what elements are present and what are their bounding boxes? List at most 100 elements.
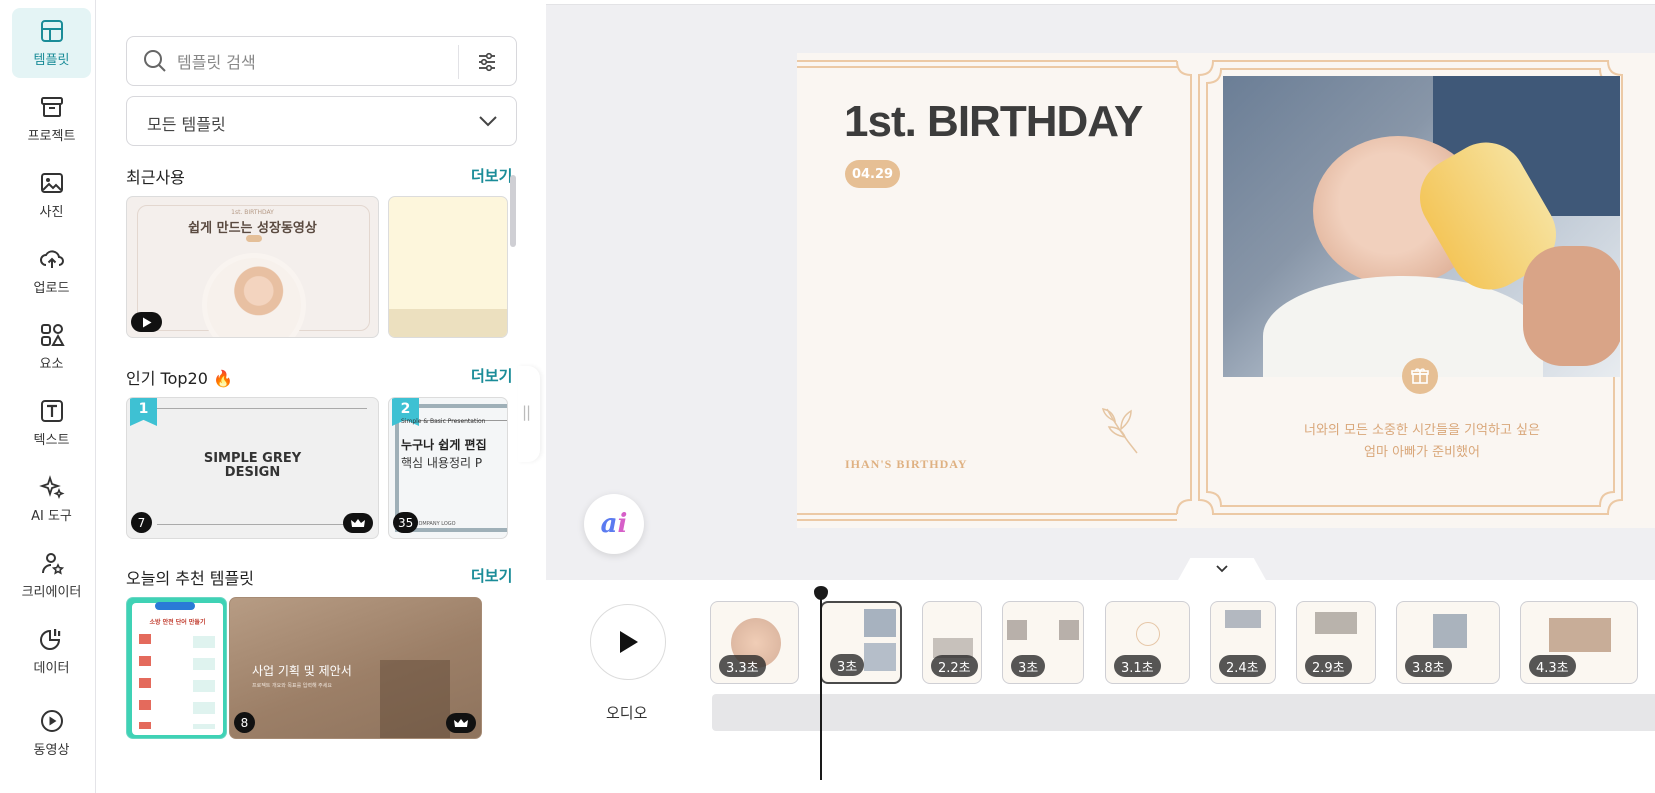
- clip-duration: 3초: [1011, 655, 1046, 677]
- timeline-clip-selected[interactable]: 3초: [820, 601, 902, 684]
- clip-preview: [864, 609, 896, 637]
- card-title-line1: SIMPLE GREY: [203, 451, 302, 466]
- rail-item-photo[interactable]: 사진: [12, 160, 91, 230]
- card-header-pill: [155, 602, 195, 610]
- popular-section-title: 인기 Top20 🔥: [126, 365, 233, 389]
- cloud-upload-icon: [39, 250, 64, 268]
- slide-date-badge[interactable]: 04.29: [845, 160, 900, 188]
- clip-preview: [864, 643, 896, 671]
- slide-name-text[interactable]: IHAN'S BIRTHDAY: [845, 457, 968, 472]
- card-kicker: 1st. BIRTHDAY: [231, 209, 274, 216]
- clip-duration: 3.1초: [1114, 655, 1161, 677]
- recommended-template-card-1[interactable]: 소방 안전 단어 만들기: [126, 597, 227, 739]
- baby-photo[interactable]: [1223, 76, 1620, 377]
- video-badge: [131, 312, 162, 332]
- slide-title[interactable]: 1st. BIRTHDAY: [844, 97, 1143, 147]
- clip-duration: 2.4초: [1219, 655, 1266, 677]
- recommended-section-title: 오늘의 추천 템플릿: [126, 569, 254, 588]
- filter-sliders-icon[interactable]: [476, 51, 498, 73]
- rail-label: 크리에이터: [21, 585, 82, 600]
- clip-preview: [1549, 618, 1611, 652]
- clip-duration: 4.3초: [1529, 655, 1576, 677]
- card-title: 쉽게 만드는 성장동영상: [188, 221, 317, 236]
- clip-duration: 2.2초: [931, 655, 978, 677]
- recommended-more-link[interactable]: 더보기: [471, 565, 512, 586]
- timeline-clip[interactable]: 2.9초: [1296, 601, 1376, 684]
- clip-duration: 3.3초: [719, 655, 766, 677]
- template-category-select[interactable]: 모든 템플릿: [126, 96, 517, 146]
- rail-item-text[interactable]: 텍스트: [12, 388, 91, 458]
- recent-template-card[interactable]: 1st. BIRTHDAY 쉽게 만드는 성장동영상: [126, 196, 379, 338]
- card-title: SIMPLE GREY DESIGN: [127, 452, 378, 480]
- recommended-template-card-2[interactable]: 사업 기획 및 제안서 프로젝트 개요와 목표를 입력해 주세요 8: [229, 597, 482, 739]
- rail-label: 템플릿: [33, 53, 70, 68]
- recent-template-card-2[interactable]: [388, 196, 508, 338]
- clip-preview: [1315, 612, 1357, 634]
- timeline-clip[interactable]: 3.8초: [1396, 601, 1500, 684]
- audio-label[interactable]: 오디오: [606, 702, 647, 723]
- timeline-clip[interactable]: 2.4초: [1210, 601, 1276, 684]
- rail-item-project[interactable]: 프로젝트: [12, 84, 91, 154]
- recent-more-link[interactable]: 더보기: [471, 165, 512, 186]
- template-icon: [40, 20, 63, 42]
- gift-icon: [1402, 358, 1438, 394]
- panel-collapse-handle[interactable]: ||: [518, 366, 540, 462]
- clip-duration: 2.9초: [1305, 655, 1352, 677]
- play-icon: [142, 317, 151, 327]
- rail-item-data[interactable]: 데이터: [12, 616, 91, 686]
- text-t-icon: [40, 400, 63, 422]
- panel-scrollbar[interactable]: [510, 175, 516, 247]
- shapes-icon: [40, 324, 65, 346]
- clip-preview: [1433, 614, 1467, 648]
- rail-item-creator[interactable]: 크리에이터: [12, 540, 91, 610]
- card-line2: 핵심 내용정리 P: [401, 456, 483, 470]
- rail-label: 사진: [39, 205, 64, 220]
- slide-message-line1: 너와의 모든 소중한 시간들을 기억하고 싶은: [1304, 423, 1540, 438]
- drag-grip-icon: ||: [522, 403, 531, 421]
- left-rail: 템플릿 프로젝트 사진 업로드 요소 텍스트 AI 도구 크리에이터 데이터 동…: [0, 0, 96, 793]
- search-input[interactable]: [177, 49, 447, 75]
- play-circle-icon: [40, 710, 63, 732]
- popular-template-card-1[interactable]: 1 SIMPLE GREY DESIGN 7: [126, 397, 379, 539]
- card-rule: [157, 524, 367, 525]
- play-button[interactable]: [590, 604, 666, 680]
- category-value: 모든 템플릿: [147, 115, 226, 134]
- clip-preview: [1225, 610, 1261, 628]
- popular-template-card-2[interactable]: 2 Simple & Basic Presentation 누구나 쉽게 편집 …: [388, 397, 508, 539]
- search-divider: [458, 45, 459, 79]
- slide-canvas[interactable]: 1st. BIRTHDAY 04.29 IHAN'S BIRTHDAY 너와의 …: [797, 53, 1655, 528]
- crown-icon: [454, 719, 468, 727]
- premium-badge: [446, 713, 476, 733]
- rail-item-template[interactable]: 템플릿: [12, 8, 91, 78]
- timeline-clip[interactable]: 3초: [1002, 601, 1084, 684]
- template-search[interactable]: [126, 36, 517, 86]
- rail-label: 프로젝트: [27, 129, 76, 144]
- playhead-line[interactable]: [820, 590, 822, 780]
- timeline-clip[interactable]: 2.2초: [922, 601, 982, 684]
- gift-glyph: [1411, 368, 1429, 384]
- photo-hand: [1523, 246, 1620, 366]
- timeline-collapse-toggle[interactable]: [1178, 558, 1266, 580]
- timeline-clip[interactable]: 3.1초: [1105, 601, 1190, 684]
- card-logo-text: COMPANY LOGO: [415, 521, 456, 527]
- popular-more-link[interactable]: 더보기: [471, 365, 512, 386]
- card-rule: [157, 408, 367, 409]
- timeline-clip[interactable]: 4.3초: [1520, 601, 1638, 684]
- card-title: 사업 기획 및 제안서: [252, 664, 352, 678]
- ai-letter-a: a: [600, 509, 618, 539]
- ai-assistant-button[interactable]: ai: [584, 494, 644, 554]
- audio-track[interactable]: [712, 694, 1655, 731]
- clip-preview: [1059, 620, 1079, 640]
- chart-pie-bars-icon: [39, 629, 60, 650]
- card-title-line2: DESIGN: [224, 465, 281, 480]
- rail-item-video[interactable]: 동영상: [12, 692, 91, 792]
- page-count-badge: 8: [234, 712, 255, 733]
- chevron-down-icon: [1216, 565, 1228, 573]
- rail-item-upload[interactable]: 업로드: [12, 236, 91, 306]
- rail-item-ai-tools[interactable]: AI 도구: [12, 464, 91, 534]
- rail-item-elements[interactable]: 요소: [12, 312, 91, 382]
- slide-message[interactable]: 너와의 모든 소중한 시간들을 기억하고 싶은 엄마 아빠가 준비했어: [1247, 420, 1597, 464]
- rail-label: 텍스트: [33, 433, 70, 448]
- timeline-clip[interactable]: 3.3초: [710, 601, 799, 684]
- rail-label: 업로드: [33, 281, 70, 296]
